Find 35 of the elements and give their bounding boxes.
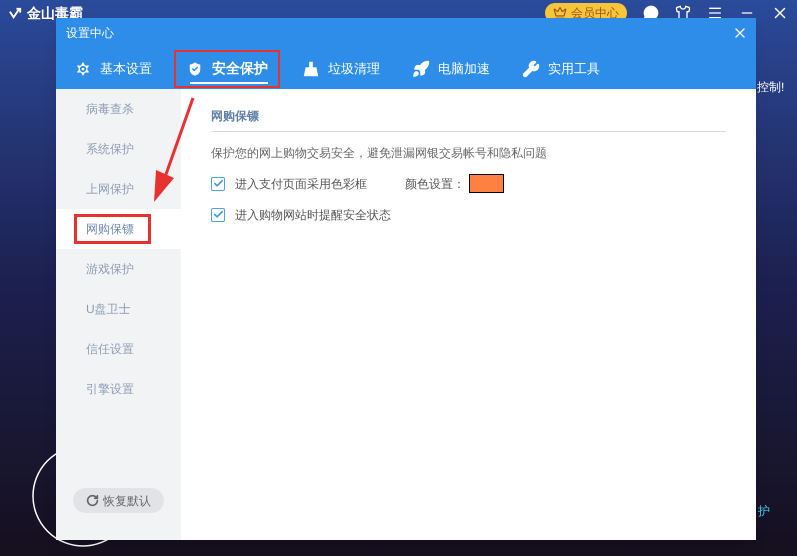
restore-default-button[interactable]: 恢复默认 (73, 488, 164, 513)
color-swatch[interactable] (469, 174, 504, 193)
settings-tab[interactable]: 垃圾清理 (292, 50, 390, 88)
sidebar-item[interactable]: 上网保护 (56, 169, 181, 209)
color-setting-label: 颜色设置： (405, 176, 465, 192)
sidebar-item[interactable]: 系统保护 (56, 129, 181, 169)
background-text: 护 (758, 503, 770, 520)
checkbox[interactable] (211, 208, 225, 222)
sidebar-item[interactable]: 病毒查杀 (56, 89, 181, 129)
settings-tab[interactable]: 电脑加速 (402, 50, 500, 88)
checkbox[interactable] (211, 176, 225, 190)
sidebar-item[interactable]: 网购保镖 (56, 209, 181, 249)
settings-tab[interactable]: 安全保护 (174, 50, 280, 88)
reset-icon (86, 494, 99, 507)
rocket-icon (412, 60, 430, 78)
gear-icon (74, 60, 92, 78)
wrench-icon (522, 60, 540, 78)
check-icon (212, 209, 224, 220)
section-description: 保护您的网上购物交易安全，避免泄漏网银交易帐号和隐私问题 (211, 145, 548, 162)
background-text: 控制! (757, 79, 784, 96)
option-label: 进入购物网站时提醒安全状态 (235, 206, 391, 224)
broom-icon (302, 60, 320, 78)
check-icon (212, 178, 224, 189)
logo-icon (8, 6, 23, 20)
sidebar-item[interactable]: U盘卫士 (56, 289, 181, 329)
menu-icon[interactable] (707, 5, 723, 21)
sidebar-item[interactable]: 信任设置 (56, 329, 181, 369)
section-title: 网购保镖 (211, 107, 726, 132)
settings-tab[interactable]: 基本设置 (64, 50, 162, 88)
sidebar-item[interactable]: 引擎设置 (56, 369, 181, 409)
dialog-title: 设置中心 (66, 25, 114, 42)
settings-tab[interactable]: 实用工具 (512, 50, 610, 88)
option-label: 进入支付页面采用色彩框 (235, 176, 367, 192)
crown-icon (553, 6, 567, 20)
sidebar-item[interactable]: 游戏保护 (56, 249, 181, 289)
